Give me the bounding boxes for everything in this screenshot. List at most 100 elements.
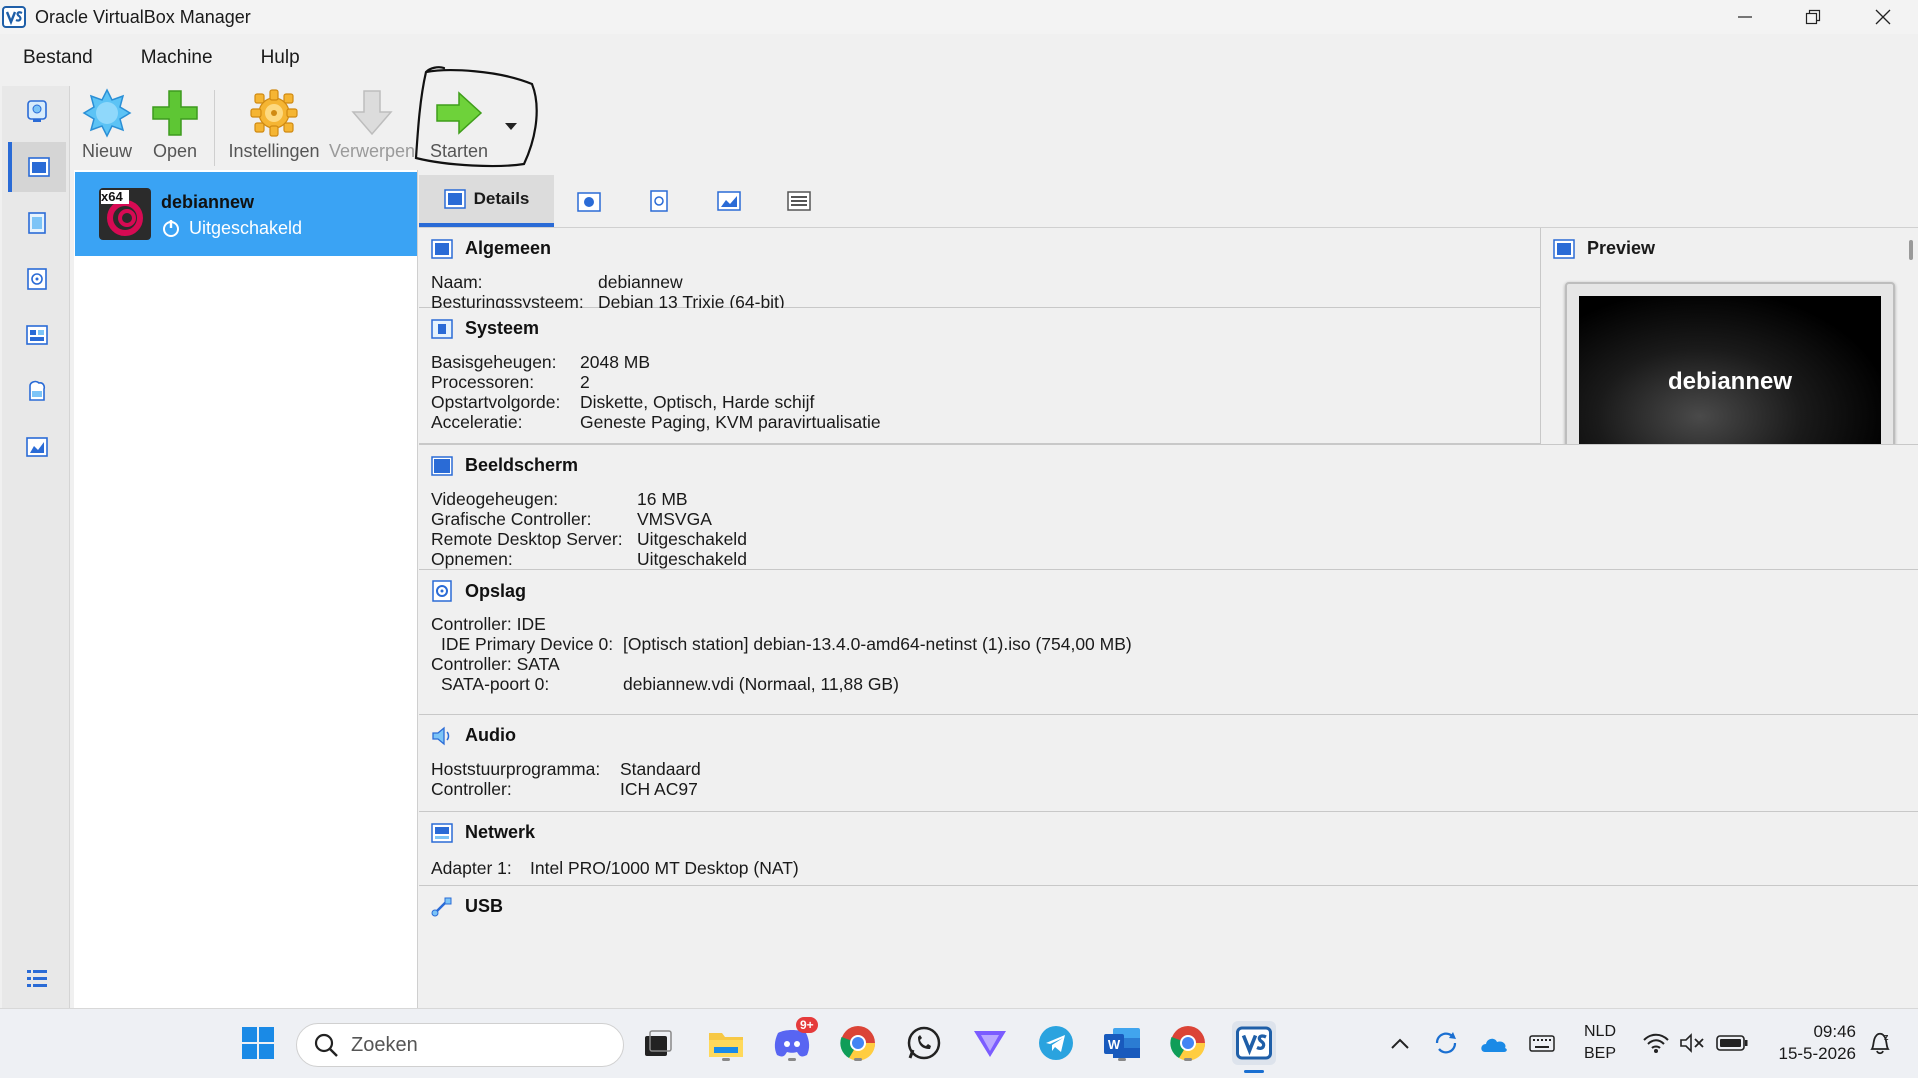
cloud-tool-button[interactable] (8, 366, 66, 416)
sync-tray-icon-button[interactable] (1424, 1021, 1468, 1065)
cloud-icon (29, 380, 46, 401)
detail-label: Controller: IDE (431, 614, 546, 634)
hand-drawn-circle-annotation (414, 66, 538, 168)
extensions-icon (28, 212, 46, 234)
list-view-button[interactable] (8, 954, 66, 1004)
detail-value: Geneste Paging, KVM paravirtualisatie (580, 412, 881, 432)
discard-button[interactable]: Verwerpen (327, 84, 417, 170)
battery-tray-button[interactable] (1710, 1021, 1754, 1065)
show-hidden-icons-button[interactable] (1378, 1021, 1422, 1065)
keyboard-layout: BEP (1583, 1045, 1616, 1062)
chrome-button[interactable] (836, 1021, 880, 1065)
file-explorer-button[interactable] (704, 1021, 748, 1065)
section-network-header[interactable]: Netwerk (431, 822, 535, 843)
whatsapp-button[interactable] (902, 1021, 946, 1065)
section-system-header[interactable]: Systeem (431, 318, 539, 339)
close-button[interactable] (1848, 0, 1918, 34)
virtualbox-window: Oracle VirtualBox Manager Bestand Machin… (0, 0, 1918, 1008)
section-general-header[interactable]: Algemeen (431, 238, 551, 259)
section-storage-header[interactable]: Opslag (431, 580, 526, 602)
section-usb: USB (419, 886, 1918, 926)
section-display: Beeldscherm Videogeheugen: 16 MB Grafisc… (419, 444, 1918, 570)
start-menu-button[interactable] (236, 1021, 280, 1065)
restore-button[interactable] (1778, 0, 1848, 34)
notifications-button[interactable]: z (1858, 1021, 1902, 1065)
section-display-header[interactable]: Beeldscherm (431, 455, 578, 476)
activity-tool-button[interactable] (8, 422, 66, 472)
media-tool-button[interactable] (8, 254, 66, 304)
preview-header[interactable]: Preview (1553, 238, 1655, 259)
network-tool-button[interactable] (8, 310, 66, 360)
virtualbox-app-icon (2, 6, 26, 28)
preview-screen: debiannew (1579, 296, 1881, 468)
media-icon (27, 268, 47, 290)
tab-logs[interactable] (624, 175, 694, 227)
task-view-button[interactable] (636, 1021, 680, 1065)
open-label: Open (152, 141, 198, 161)
taskbar-search[interactable]: Zoeken (296, 1023, 624, 1067)
vm-list-item[interactable]: x64 debiannew Uitgeschakeld (75, 172, 417, 256)
menu-hulp[interactable]: Hulp (237, 47, 324, 69)
word-button[interactable]: W (1100, 1021, 1144, 1065)
menu-bestand[interactable]: Bestand (0, 47, 117, 69)
scrollbar-thumb[interactable] (1909, 240, 1913, 260)
details-pane: Details Algemeen Naam: debiannew Besturi… (419, 170, 1918, 1008)
chrome-button-2[interactable] (1166, 1021, 1210, 1065)
detail-value: Intel PRO/1000 MT Desktop (NAT) (530, 858, 799, 878)
detail-label: SATA-poort 0: (441, 674, 550, 694)
section-audio-header[interactable]: Audio (431, 725, 516, 746)
volume-muted-icon (1680, 1033, 1704, 1053)
settings-gear-icon (250, 89, 298, 137)
activity-icon (26, 437, 48, 457)
minimize-icon (1738, 16, 1752, 18)
machines-tool-button[interactable] (8, 142, 66, 192)
search-icon (314, 1033, 338, 1057)
settings-button[interactable]: Instellingen (221, 84, 327, 170)
detail-label: Hoststuurprogramma: (431, 759, 601, 779)
section-display-title: Beeldscherm (465, 455, 579, 475)
proton-vpn-button[interactable] (968, 1021, 1012, 1065)
detail-value: 2048 MB (580, 352, 651, 372)
menu-machine[interactable]: Machine (117, 47, 237, 69)
telegram-icon (1039, 1026, 1073, 1060)
restore-icon (1805, 9, 1821, 25)
virtualbox-taskbar-button[interactable] (1232, 1021, 1276, 1073)
toolbar-separator (214, 90, 215, 166)
discord-button[interactable]: 9+ (770, 1017, 818, 1065)
minimize-button[interactable] (1710, 0, 1780, 34)
keyboard-icon (1529, 1035, 1555, 1052)
detail-value: VMSVGA (637, 509, 712, 529)
section-storage-title: Opslag (465, 580, 527, 601)
clock[interactable]: 09:46 15-5-2026 (1766, 1021, 1856, 1065)
section-usb-header[interactable]: USB (431, 896, 503, 917)
settings-label: Instellingen (228, 141, 320, 161)
storage-disk-icon (432, 580, 452, 602)
tab-details[interactable]: Details (419, 175, 554, 227)
detail-value: [Optisch station] debian-13.4.0-amd64-ne… (623, 634, 1132, 654)
welcome-tool-button[interactable] (8, 86, 66, 136)
onedrive-tray-button[interactable] (1472, 1021, 1516, 1065)
keyboard-tray-button[interactable] (1520, 1021, 1564, 1065)
telegram-button[interactable] (1034, 1021, 1078, 1065)
battery-icon (1716, 1035, 1748, 1051)
taskbar: Zoeken 9+ W NLD BEP 09:46 15-5-2026 z (0, 1008, 1918, 1078)
virtualbox-icon (1236, 1026, 1272, 1060)
language-indicator[interactable]: NLD BEP (1578, 1021, 1622, 1065)
open-button[interactable]: Open (142, 84, 208, 170)
section-audio: Audio Hoststuurprogramma: Standaard Cont… (419, 715, 1918, 812)
extensions-tool-button[interactable] (8, 198, 66, 248)
running-indicator (722, 1058, 730, 1061)
detail-label: Opnemen: (431, 549, 513, 569)
tools-strip (2, 86, 70, 1008)
new-button[interactable]: Nieuw (72, 84, 142, 170)
snapshots-tab-icon (577, 192, 601, 212)
bell-zz-icon: z (1870, 1032, 1890, 1055)
general-icon (431, 238, 453, 259)
tab-snapshots[interactable] (554, 175, 624, 227)
volume-tray-button[interactable] (1670, 1021, 1714, 1065)
section-network-title: Netwerk (465, 822, 536, 842)
sync-icon (1435, 1032, 1457, 1054)
detail-value: Standaard (620, 759, 701, 779)
tab-activity[interactable] (694, 175, 764, 227)
tab-properties[interactable] (764, 175, 834, 227)
